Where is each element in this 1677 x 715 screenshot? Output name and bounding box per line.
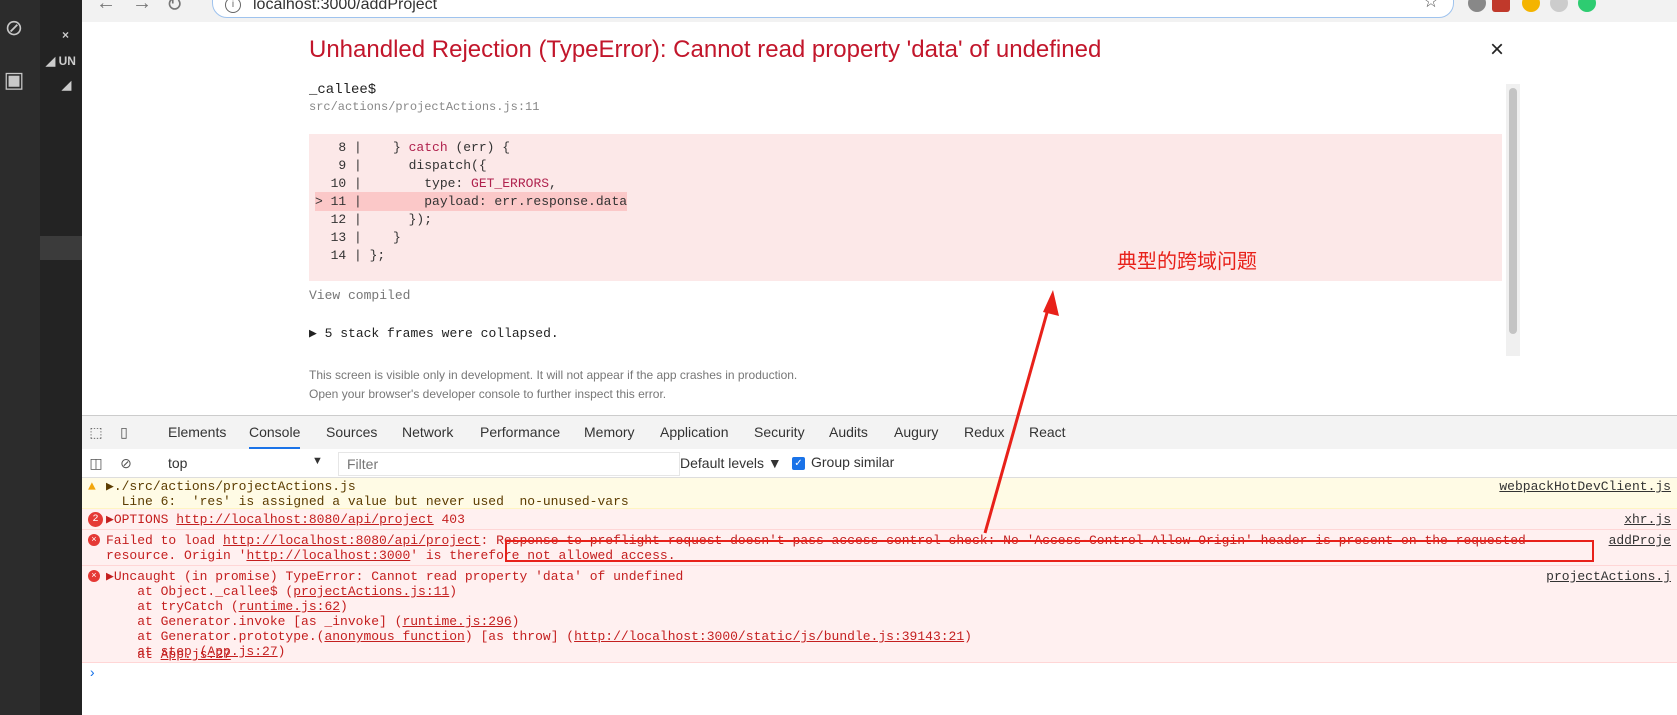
dev-note: This screen is visible only in developme…	[309, 368, 798, 382]
tab-application[interactable]: Application	[660, 416, 729, 449]
request-url-link[interactable]: http://localhost:8080/api/project	[223, 533, 480, 548]
editor-sidebar: × ◢ UN ◢	[40, 0, 82, 715]
source-link[interactable]: addProje	[1609, 533, 1671, 548]
tab-performance[interactable]: Performance	[480, 416, 560, 449]
group-similar-checkbox[interactable]: ✓ Group similar	[792, 454, 894, 470]
tab-console[interactable]: Console	[249, 416, 301, 449]
extension-icon[interactable]	[1578, 0, 1596, 12]
stack-line: at App.js:27	[106, 647, 231, 662]
console-error[interactable]: 2 ▶OPTIONS http://localhost:8080/api/pro…	[82, 509, 1677, 530]
info-icon[interactable]: i	[225, 0, 241, 13]
tab-memory[interactable]: Memory	[584, 416, 635, 449]
extension-icon[interactable]	[1522, 0, 1540, 12]
sidebar-subsection-toggle[interactable]: ◢	[62, 78, 71, 92]
extensions-icon[interactable]: ▣	[0, 66, 28, 94]
view-compiled-link[interactable]: View compiled	[309, 288, 410, 303]
error-file-location[interactable]: src/actions/projectActions.js:11	[309, 100, 539, 114]
stack-line: at tryCatch (runtime.js:62)	[106, 599, 348, 614]
error-count-icon: 2	[88, 512, 103, 527]
dev-note: Open your browser's developer console to…	[309, 387, 667, 401]
chevron-down-icon[interactable]: ▼	[312, 455, 323, 467]
console-output: ▲ ▶./src/actions/projectActions.js Line …	[82, 478, 1677, 715]
error-title: Unhandled Rejection (TypeError): Cannot …	[309, 36, 1102, 63]
console-prompt[interactable]: ›	[88, 666, 96, 682]
clear-console-icon[interactable]: ⊘	[118, 455, 134, 471]
tab-elements[interactable]: Elements	[168, 416, 226, 449]
tab-redux[interactable]: Redux	[964, 416, 1004, 449]
scrollbar-thumb[interactable]	[1509, 88, 1517, 334]
sidebar-close-icon[interactable]: ×	[62, 28, 69, 42]
browser-toolbar: ← → ↻ i localhost:3000/addProject ☆	[82, 0, 1677, 23]
extension-icon[interactable]	[1550, 0, 1568, 12]
error-icon: ×	[88, 570, 100, 582]
console-warning[interactable]: ▲ ▶./src/actions/projectActions.js Line …	[82, 478, 1677, 509]
error-icon: ×	[88, 534, 100, 546]
code-line: 10 | type: GET_ERRORS,	[315, 176, 557, 191]
inspect-icon[interactable]: ⬚	[88, 424, 104, 440]
extension-icon[interactable]	[1492, 0, 1510, 12]
extension-icon[interactable]	[1468, 0, 1486, 12]
close-icon[interactable]: ×	[1490, 36, 1504, 64]
tab-audits[interactable]: Audits	[829, 416, 868, 449]
annotation-box	[505, 540, 1594, 562]
console-toolbar: ◫ ⊘ top ▼ Default levels ▼ ✓Group simila…	[82, 449, 1677, 478]
stack-line: at Generator.invoke [as _invoke] (runtim…	[106, 614, 520, 629]
tab-sources[interactable]: Sources	[326, 416, 377, 449]
code-line: 9 | dispatch({	[315, 158, 487, 173]
stack-line: at Object._callee$ (projectActions.js:11…	[106, 584, 458, 599]
sidebar-selected-row	[40, 236, 82, 260]
context-selector[interactable]: top	[168, 455, 187, 471]
request-url-link[interactable]: http://localhost:8080/api/project	[176, 512, 433, 527]
annotation-label: 典型的跨域问题	[1117, 251, 1257, 273]
tab-augury[interactable]: Augury	[894, 416, 938, 449]
reload-icon[interactable]: ↻	[166, 0, 183, 17]
code-line: 14 | };	[315, 248, 386, 263]
sidebar-section-label[interactable]: ◢ UN	[46, 54, 76, 68]
activity-bar: ⊘ ▣	[0, 0, 40, 715]
devtools-tab-bar: ⬚ ▯ Elements Console Sources Network Per…	[82, 415, 1677, 450]
warning-icon: ▲	[88, 479, 96, 494]
back-icon[interactable]: ←	[96, 0, 116, 15]
forward-icon[interactable]: →	[132, 0, 152, 15]
tab-react[interactable]: React	[1029, 416, 1066, 449]
stack-frames-toggle[interactable]: ▶ 5 stack frames were collapsed.	[309, 326, 559, 341]
filter-input[interactable]	[338, 452, 680, 476]
source-link[interactable]: xhr.js	[1624, 512, 1671, 527]
source-link[interactable]: webpackHotDevClient.js	[1499, 479, 1671, 494]
code-line: 8 | } catch (err) {	[315, 140, 511, 155]
code-line: 13 | }	[315, 230, 401, 245]
stack-line: at Generator.prototype.(anonymous functi…	[106, 629, 972, 644]
code-frame: 8 | } catch (err) { 9 | dispatch({ 10 | …	[309, 134, 1502, 281]
tab-security[interactable]: Security	[754, 416, 805, 449]
source-link[interactable]: projectActions.j	[1546, 569, 1671, 584]
address-bar[interactable]: i localhost:3000/addProject ☆	[212, 0, 1454, 18]
sidebar-toggle-icon[interactable]: ◫	[88, 455, 104, 471]
error-overlay: Unhandled Rejection (TypeError): Cannot …	[82, 22, 1677, 415]
url-text[interactable]: localhost:3000/addProject	[253, 0, 437, 14]
checkbox-checked-icon[interactable]: ✓	[792, 456, 805, 470]
origin-link[interactable]: http://localhost:3000	[246, 548, 410, 563]
tab-network[interactable]: Network	[402, 416, 453, 449]
bookmark-star-icon[interactable]: ☆	[1423, 0, 1439, 12]
code-line-highlighted: > 11 | payload: err.response.data	[315, 192, 628, 211]
console-error[interactable]: × ▶Uncaught (in promise) TypeError: Cann…	[82, 566, 1677, 663]
error-function-name: _callee$	[309, 82, 377, 98]
debug-icon[interactable]: ⊘	[0, 14, 28, 42]
log-levels-dropdown[interactable]: Default levels ▼	[680, 455, 782, 471]
device-toggle-icon[interactable]: ▯	[116, 424, 132, 440]
code-line: 12 | });	[315, 212, 433, 227]
